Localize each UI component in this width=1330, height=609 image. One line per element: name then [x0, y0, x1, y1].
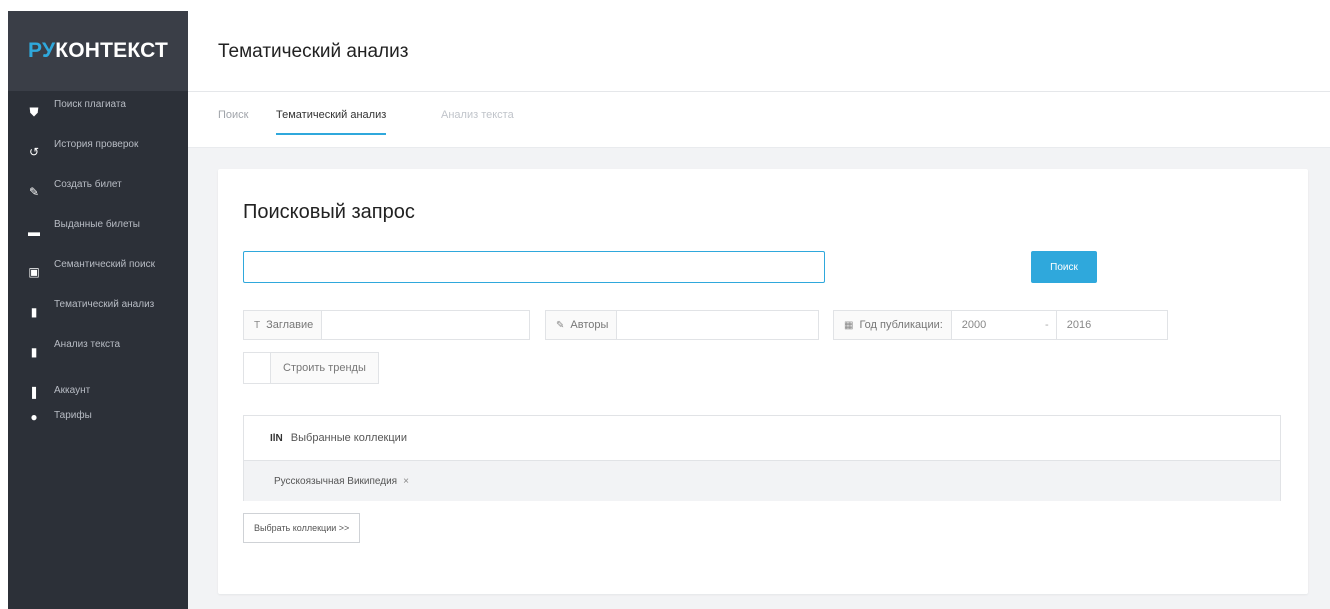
sidebar-item-label: Аккаунт: [54, 385, 91, 396]
sidebar-item-issued-tickets[interactable]: ▬ Выданные билеты: [8, 220, 188, 260]
collection-chip: Русскоязычная Википедия: [274, 475, 398, 487]
title-filter-input[interactable]: [322, 311, 529, 339]
sidebar: РУ КОНТЕКСТ ⛊ Поиск плагиата ↺ История пр…: [8, 11, 188, 609]
header-bar: Тематический анализ: [188, 11, 1330, 92]
sidebar-item-label: Создать билет: [54, 179, 122, 190]
shield-icon: ⛊: [29, 104, 39, 119]
year-separator: -: [1044, 319, 1049, 331]
tab-search[interactable]: Поиск: [218, 109, 248, 121]
pencil-icon: ✎: [28, 185, 40, 199]
sidebar-item-account[interactable]: ❚ Аккаунт: [8, 380, 188, 405]
sidebar-item-semantic-search[interactable]: ▣ Семантический поиск: [8, 260, 188, 300]
authors-filter-label: Авторы: [570, 319, 609, 331]
build-trends-checkbox[interactable]: [244, 353, 271, 383]
title-filter: T Заглавие: [243, 310, 530, 340]
collections-header: IlN Выбранные коллекции: [244, 416, 1280, 461]
main-area: Тематический анализ Поиск Тематический а…: [188, 11, 1330, 609]
info-icon: ●: [30, 410, 38, 424]
calendar-icon: ▦: [844, 319, 854, 331]
sidebar-item-label: Семантический поиск: [54, 259, 155, 270]
pencil-icon: ✎: [556, 319, 565, 331]
sidebar-item-tariffs[interactable]: ● Тарифы: [8, 405, 188, 430]
year-filter-label: Год публикации:: [859, 319, 943, 331]
sidebar-item-check-history[interactable]: ↺ История проверок: [8, 140, 188, 180]
collections-list: Русскоязычная Википедия ×: [244, 461, 1280, 501]
sidebar-item-thematic-analysis[interactable]: ▮ Тематический анализ: [8, 300, 188, 340]
authors-filter-label-box: ✎ Авторы: [546, 311, 618, 339]
year-filter-label-box: ▦ Год публикации:: [834, 311, 952, 339]
library-icon: IlN: [270, 432, 283, 444]
tab-text-analysis[interactable]: Анализ текста: [441, 109, 514, 121]
year-to-input[interactable]: 2016: [1055, 311, 1167, 339]
selected-collections-panel: IlN Выбранные коллекции Русскоязычная Ви…: [243, 415, 1281, 501]
text-icon: T: [254, 319, 261, 331]
logo-part-2: КОНТЕКСТ: [55, 39, 168, 62]
search-input[interactable]: [243, 251, 825, 283]
sidebar-item-label: Тематический анализ: [54, 299, 155, 310]
app-window: РУ КОНТЕКСТ ⛊ Поиск плагиата ↺ История пр…: [8, 11, 1330, 609]
sidebar-item-plagiarism-search[interactable]: ⛊ Поиск плагиата: [8, 100, 188, 140]
sidebar-item-label: Выданные билеты: [54, 219, 140, 230]
card-title: Поисковый запрос: [243, 201, 415, 223]
user-icon: ❚: [28, 385, 40, 399]
folder-icon: ▬: [28, 225, 40, 239]
authors-filter: ✎ Авторы: [545, 310, 819, 340]
page-title: Тематический анализ: [218, 41, 409, 62]
doc-icon: ▮: [30, 305, 38, 319]
logo[interactable]: РУ КОНТЕКСТ: [8, 11, 188, 91]
build-trends-label: Строить тренды: [271, 353, 378, 383]
build-trends-toggle[interactable]: Строить тренды: [243, 352, 379, 384]
tab-bar: Поиск Тематический анализ Анализ текста: [188, 92, 1330, 148]
tab-thematic-analysis[interactable]: Тематический анализ: [276, 109, 387, 135]
sidebar-nav: ⛊ Поиск плагиата ↺ История проверок ✎ Со…: [8, 100, 188, 430]
collections-header-label: Выбранные коллекции: [290, 432, 407, 444]
sidebar-item-label: История проверок: [54, 139, 139, 150]
choose-collections-button[interactable]: Выбрать коллекции >>: [243, 513, 361, 543]
sidebar-item-label: Поиск плагиата: [54, 99, 126, 110]
title-filter-label: Заглавие: [266, 319, 314, 331]
title-filter-label-box: T Заглавие: [244, 311, 323, 339]
search-doc-icon: ▣: [28, 265, 40, 279]
sidebar-item-label: Анализ текста: [54, 339, 121, 350]
sidebar-item-text-analysis[interactable]: ▮ Анализ текста: [8, 340, 188, 380]
search-button[interactable]: Поиск: [1031, 251, 1097, 283]
logo-part-1: РУ: [28, 39, 56, 62]
sidebar-item-create-ticket[interactable]: ✎ Создать билет: [8, 180, 188, 220]
year-from-input[interactable]: 2000: [952, 311, 1038, 339]
search-query-card: Поисковый запрос Поиск T Заглавие ✎ Авто…: [218, 169, 1308, 594]
sidebar-item-label: Тарифы: [54, 410, 92, 421]
history-icon: ↺: [28, 145, 40, 159]
authors-filter-input[interactable]: [617, 311, 818, 339]
file-icon: ▮: [30, 345, 38, 359]
remove-collection-icon[interactable]: ×: [403, 476, 409, 487]
year-filter: ▦ Год публикации: 2000 - 2016: [833, 310, 1168, 340]
